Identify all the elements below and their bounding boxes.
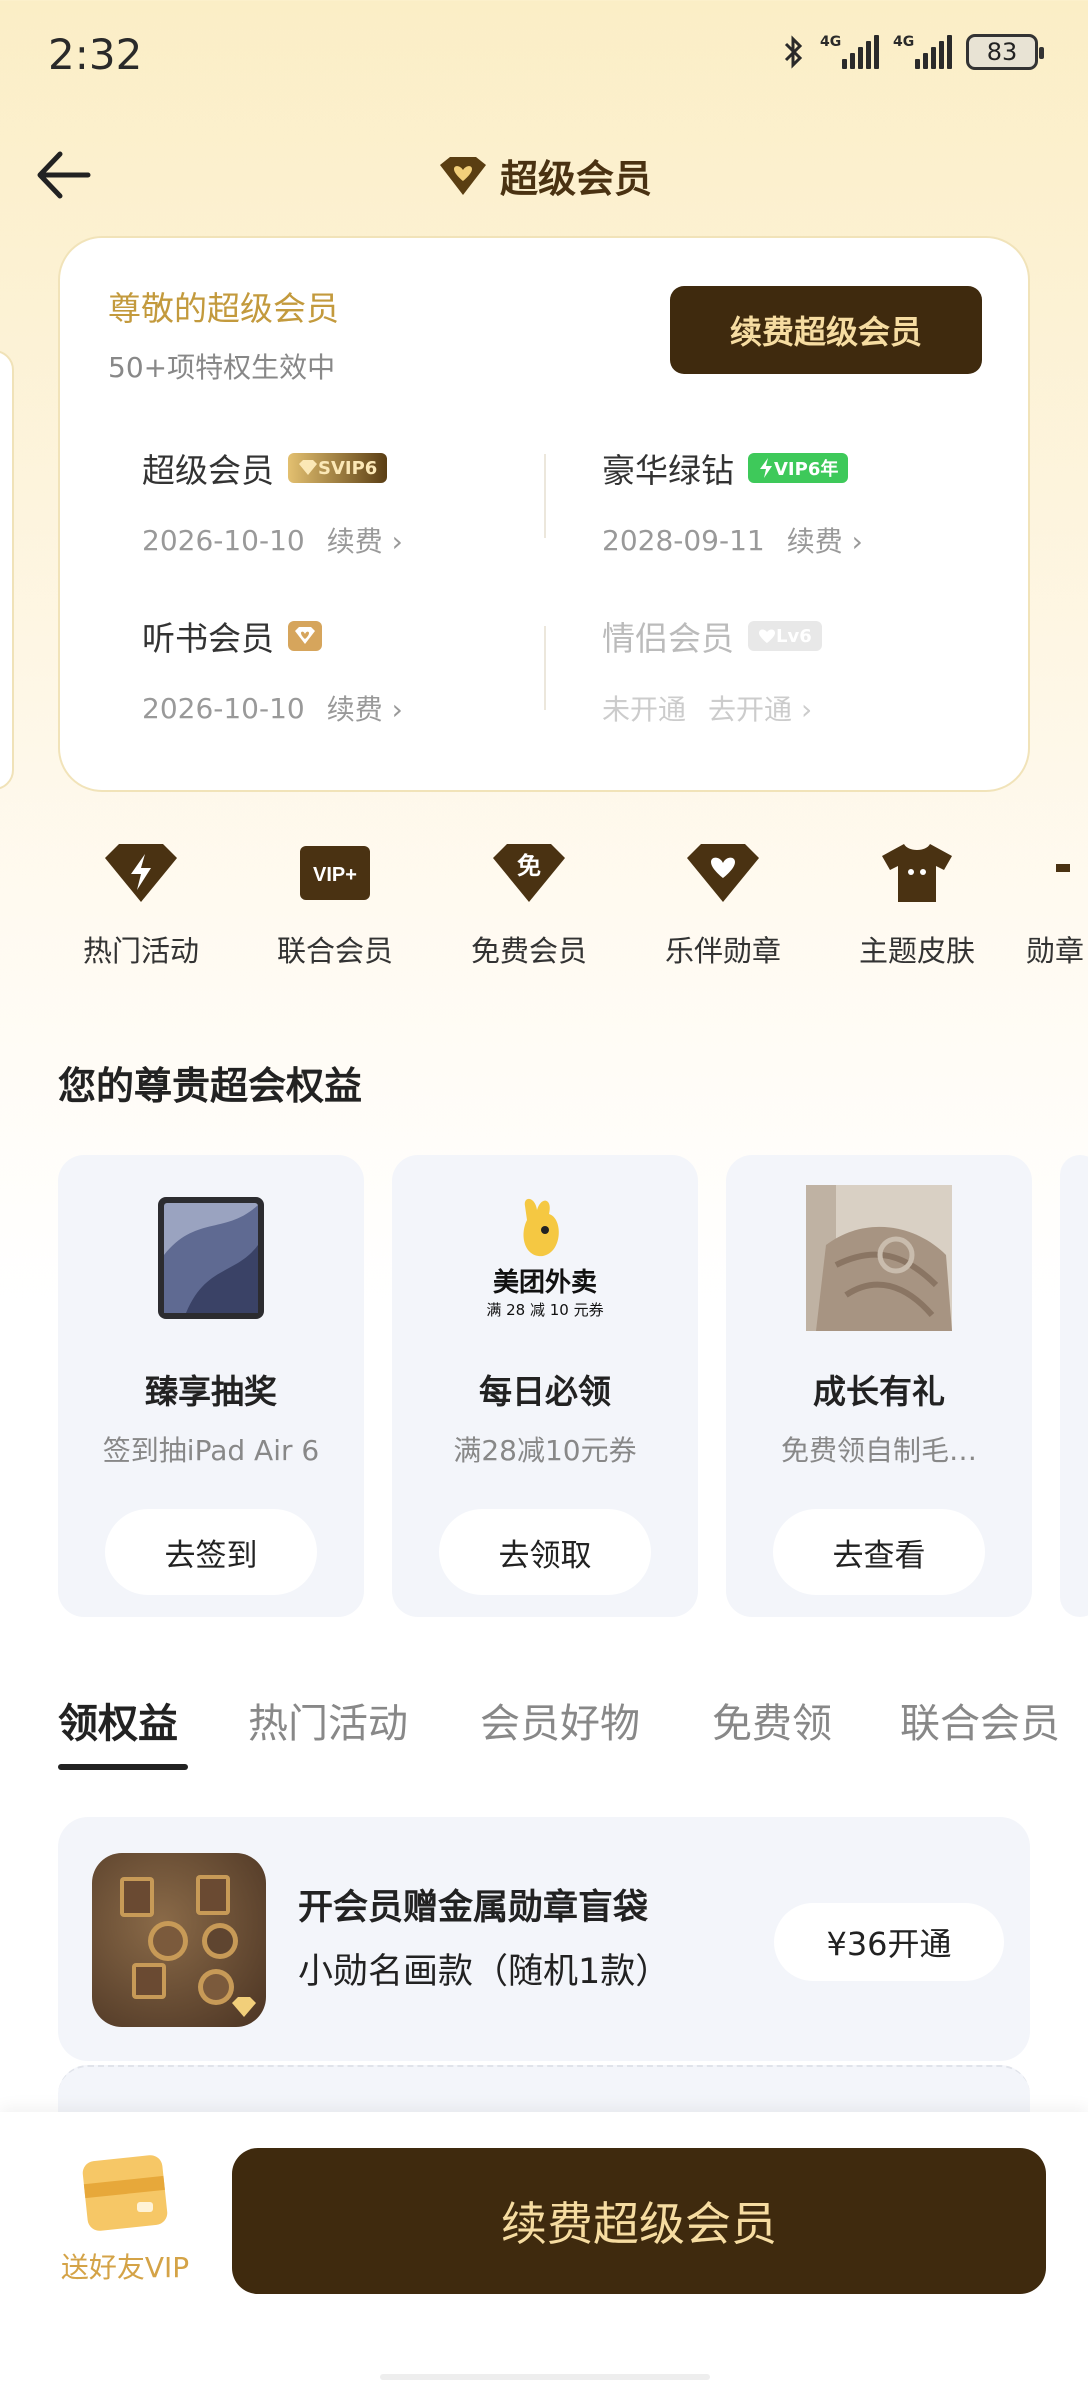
benefit-card-growth[interactable]: 成长有礼 免费领自制毛… 去查看 bbox=[726, 1155, 1032, 1617]
meituan-brand: 美团外卖 bbox=[492, 1268, 597, 1298]
membership-name: 情侣会员 bbox=[602, 619, 734, 658]
free-diamond-icon: 免 bbox=[493, 844, 565, 902]
benefit-desc: 签到抽iPad Air 6 bbox=[102, 1434, 320, 1467]
diamond-icon bbox=[299, 460, 317, 475]
bottom-bar: 送好友VIP 续费超级会员 bbox=[0, 2112, 1088, 2400]
membership-green-diamond[interactable]: 豪华绿钻 VIP6年 2028-09-11 续费 › bbox=[602, 444, 1022, 560]
tab-benefits[interactable]: 领权益 bbox=[58, 1691, 178, 1749]
membership-name: 豪华绿钻 bbox=[602, 451, 734, 490]
shortcut-row: 热门活动 VIP+ 联合会员 免 免费会员 乐伴勋章 主题皮肤 勋章 bbox=[0, 838, 1088, 988]
tab-hot-activities[interactable]: 热门活动 bbox=[248, 1691, 408, 1749]
active-tab-indicator bbox=[58, 1764, 188, 1770]
benefit-desc: 满28减10元券 bbox=[453, 1434, 637, 1467]
benefit-desc: 免费领自制毛… bbox=[780, 1434, 977, 1467]
medal-bag-image bbox=[92, 1853, 266, 2027]
benefit-card-lottery[interactable]: 臻享抽奖 签到抽iPad Air 6 去签到 bbox=[58, 1155, 364, 1617]
renew-svip-button[interactable]: 续费超级会员 bbox=[670, 286, 982, 374]
benefit-title: 臻享抽奖 bbox=[145, 1372, 277, 1411]
view-button[interactable]: 去查看 bbox=[773, 1509, 985, 1595]
category-tabs: 领权益 热门活动 会员好物 免费领 联合会员 bbox=[58, 1685, 1088, 1775]
renew-link[interactable]: 续费 › bbox=[327, 520, 403, 560]
benefit-card-daily[interactable]: 美团外卖 满 28 减 10 元券 每日必领 满28减10元券 去领取 bbox=[392, 1155, 698, 1617]
shortcut-free-membership[interactable]: 免 免费会员 bbox=[444, 838, 614, 970]
membership-audiobook[interactable]: 听书会员 2026-10-10 续费 › bbox=[142, 612, 562, 728]
heart-diamond-icon bbox=[687, 844, 759, 902]
benefits-title: 您的尊贵超会权益 bbox=[58, 1064, 363, 1108]
renew-link[interactable]: 续费 › bbox=[327, 688, 403, 728]
blanket-image bbox=[804, 1183, 954, 1333]
meituan-image: 美团外卖 满 28 减 10 元券 bbox=[470, 1183, 620, 1333]
shortcut-theme-skin[interactable]: 主题皮肤 bbox=[832, 838, 1002, 970]
status-icons: 4G 4G 83 bbox=[782, 34, 1044, 70]
not-activated-status: 未开通 bbox=[602, 693, 687, 726]
home-indicator bbox=[380, 2374, 710, 2380]
gift-vip-button[interactable]: 送好友VIP bbox=[54, 2150, 196, 2286]
renew-svip-main-button[interactable]: 续费超级会员 bbox=[232, 2148, 1046, 2294]
product-card[interactable]: 开会员赠金属勋章盲袋 小勋名画款（随机1款） ¥36开通 bbox=[58, 1817, 1030, 2061]
heart-icon bbox=[759, 629, 775, 643]
member-card: 尊敬的超级会员 50+项特权生效中 续费超级会员 超级会员 SVIP6 2026… bbox=[58, 236, 1030, 792]
previous-card-peek[interactable] bbox=[0, 350, 14, 790]
gift-vip-label: 送好友VIP bbox=[60, 2251, 190, 2284]
page-title: 超级会员 bbox=[0, 148, 1088, 203]
svip-badge: SVIP6 bbox=[288, 453, 388, 483]
tab-joint-membership[interactable]: 联合会员 bbox=[900, 1691, 1060, 1749]
lightning-diamond-icon bbox=[105, 844, 177, 902]
expiry-date: 2026-10-10 bbox=[142, 523, 305, 557]
lightning-icon bbox=[760, 458, 772, 478]
benefit-title: 每日必领 bbox=[479, 1372, 611, 1411]
partial-icon bbox=[1056, 864, 1070, 872]
nav-bar: 超级会员 bbox=[0, 130, 1088, 220]
meituan-mascot-icon bbox=[523, 1198, 559, 1257]
diamond-heart-icon bbox=[439, 156, 486, 195]
expiry-date: 2028-09-11 bbox=[602, 523, 765, 557]
vip-year-badge: VIP6年 bbox=[748, 453, 849, 483]
status-time: 2:32 bbox=[48, 30, 143, 79]
product-title: 开会员赠金属勋章盲袋 bbox=[298, 1888, 649, 1928]
membership-couple[interactable]: 情侣会员 Lv6 未开通 去开通 › bbox=[602, 612, 1022, 728]
chevron-right-icon: › bbox=[851, 525, 863, 558]
activate-link[interactable]: 去开通 › bbox=[708, 688, 812, 728]
status-bar: 2:32 4G 4G 83 bbox=[0, 0, 1088, 110]
shortcut-medal[interactable]: 乐伴勋章 bbox=[638, 838, 808, 970]
audiobook-badge-icon bbox=[288, 621, 322, 651]
divider bbox=[544, 454, 546, 538]
nav-title: 超级会员 bbox=[499, 157, 652, 201]
gift-card-icon bbox=[82, 2155, 168, 2231]
shortcut-hot-activity[interactable]: 热门活动 bbox=[56, 838, 226, 970]
greeting: 尊敬的超级会员 bbox=[108, 289, 339, 328]
claim-button[interactable]: 去领取 bbox=[439, 1509, 651, 1595]
membership-name: 超级会员 bbox=[142, 451, 274, 490]
chevron-right-icon: › bbox=[800, 693, 813, 726]
privilege-count: 50+项特权生效中 bbox=[108, 351, 336, 384]
battery-icon: 83 bbox=[966, 34, 1044, 70]
benefit-title: 成长有礼 bbox=[813, 1372, 945, 1411]
cell-signal-icon: 4G bbox=[820, 35, 879, 69]
svg-text:免: 免 bbox=[517, 852, 541, 880]
chevron-right-icon: › bbox=[391, 693, 403, 726]
tab-member-goods[interactable]: 会员好物 bbox=[480, 1691, 640, 1749]
couple-level-badge: Lv6 bbox=[748, 621, 822, 651]
benefit-card-next-peek[interactable] bbox=[1060, 1155, 1088, 1617]
expiry-date: 2026-10-10 bbox=[142, 691, 305, 725]
membership-svip[interactable]: 超级会员 SVIP6 2026-10-10 续费 › bbox=[142, 444, 562, 560]
chevron-right-icon: › bbox=[391, 525, 403, 558]
svg-text:VIP+: VIP+ bbox=[313, 864, 357, 886]
activate-price-button[interactable]: ¥36开通 bbox=[774, 1903, 1004, 1981]
sign-in-button[interactable]: 去签到 bbox=[105, 1509, 317, 1595]
product-subtitle: 小勋名画款（随机1款） bbox=[298, 1952, 671, 1992]
divider bbox=[544, 626, 546, 710]
tshirt-icon bbox=[882, 844, 952, 902]
vip-plus-icon: VIP+ bbox=[300, 846, 370, 900]
shortcut-joint-membership[interactable]: VIP+ 联合会员 bbox=[250, 838, 420, 970]
cell-signal-2-icon: 4G bbox=[893, 35, 952, 69]
tab-free[interactable]: 免费领 bbox=[712, 1691, 832, 1749]
membership-name: 听书会员 bbox=[142, 619, 274, 658]
renew-link[interactable]: 续费 › bbox=[787, 520, 863, 560]
bluetooth-icon bbox=[784, 35, 803, 69]
ipad-image bbox=[136, 1183, 286, 1333]
meituan-coupon-text: 满 28 减 10 元券 bbox=[486, 1301, 604, 1319]
shortcut-partial[interactable]: 勋章 bbox=[1026, 838, 1088, 970]
